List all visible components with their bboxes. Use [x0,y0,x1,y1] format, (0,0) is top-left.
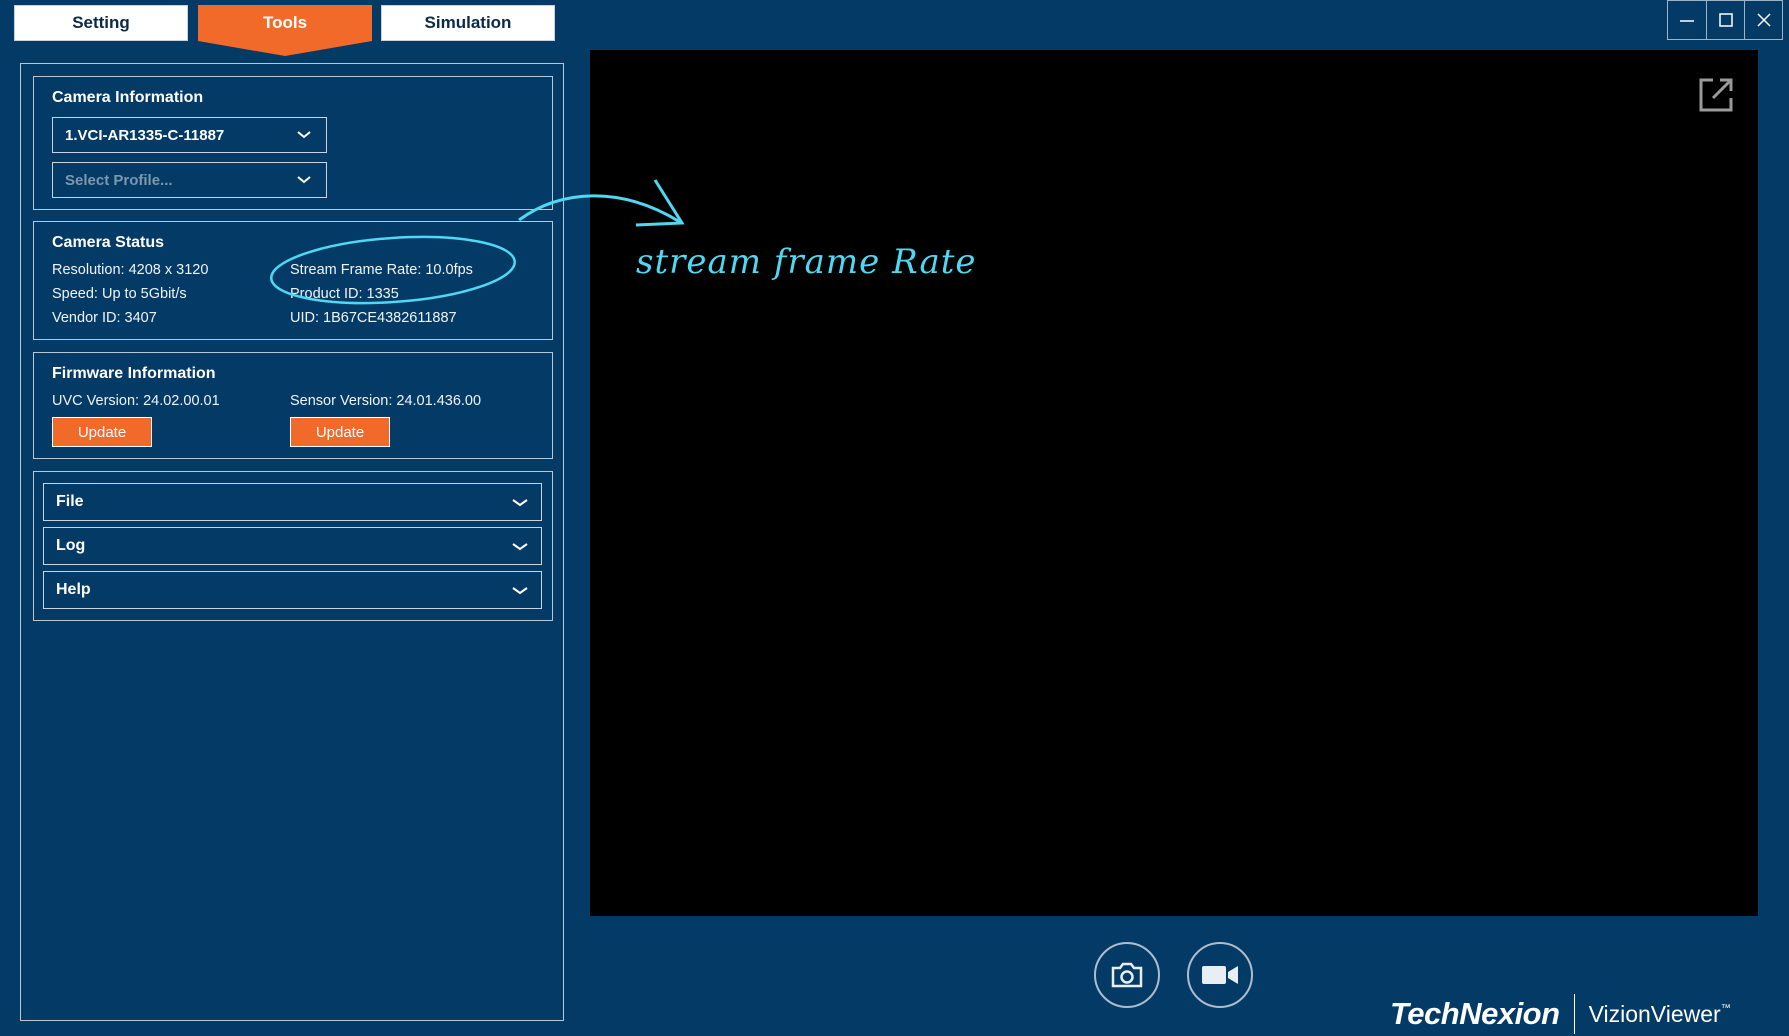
brand-divider [1573,994,1575,1034]
tab-simulation[interactable]: Simulation [381,5,555,41]
tab-tools[interactable]: Tools [198,5,372,41]
popout-icon [1699,78,1733,112]
profile-select[interactable]: Select Profile... [52,162,327,198]
technexion-logo: TechNexion [1390,996,1560,1031]
video-preview [590,50,1758,916]
snapshot-button[interactable] [1094,942,1160,1008]
chevron-down-icon [512,587,528,595]
maximize-button[interactable] [1706,1,1744,39]
help-menu-label: Help [56,581,91,598]
video-camera-icon [1202,966,1238,984]
chevron-down-icon [297,131,311,139]
uvc-version-text: UVC Version: 24.02.00.01 [52,393,220,409]
camera-information-title: Camera Information [52,89,204,106]
file-menu[interactable]: File [43,483,542,521]
log-menu[interactable]: Log [43,527,542,565]
resolution-text: Resolution: 4208 x 3120 [52,262,209,278]
popout-button[interactable] [1696,75,1736,115]
close-button[interactable] [1744,1,1782,39]
stream-frame-rate-text: Stream Frame Rate: 10.0fps [290,262,473,278]
chevron-down-icon [512,499,528,507]
firmware-information-panel: Firmware Information UVC Version: 24.02.… [33,352,553,459]
brand-logo: TechNexion VizionViewer ™ [1390,992,1731,1036]
camera-icon [1111,962,1143,988]
tab-setting[interactable]: Setting [14,5,188,41]
camera-information-panel: Camera Information 1.VCI-AR1335-C-11887 … [33,76,553,210]
close-icon [1756,13,1771,27]
camera-select[interactable]: 1.VCI-AR1335-C-11887 [52,117,327,153]
file-menu-label: File [56,493,84,510]
minimize-button[interactable] [1668,1,1706,39]
vizionviewer-logo: VizionViewer [1588,1000,1721,1027]
chevron-down-icon [512,543,528,551]
camera-select-value: 1.VCI-AR1335-C-11887 [65,126,225,144]
speed-text: Speed: Up to 5Gbit/s [52,286,187,302]
sensor-version-text: Sensor Version: 24.01.436.00 [290,393,482,409]
window-controls [1667,0,1783,40]
log-menu-label: Log [56,537,86,554]
chevron-down-icon [297,176,311,184]
uvc-update-button[interactable]: Update [52,417,152,447]
camera-status-title: Camera Status [52,234,165,251]
sensor-update-button[interactable]: Update [290,417,390,447]
maximize-icon [1718,13,1733,27]
firmware-information-title: Firmware Information [52,365,216,382]
help-menu[interactable]: Help [43,571,542,609]
vendor-id-text: Vendor ID: 3407 [52,310,157,326]
record-button[interactable] [1187,942,1253,1008]
menu-panel: File Log Help [33,471,553,621]
trademark-symbol: ™ [1720,1002,1731,1014]
annotation-text: stream frame Rate [636,242,977,282]
minimize-icon [1680,20,1694,22]
active-tab-indicator [198,41,372,56]
camera-status-panel: Camera Status Resolution: 4208 x 3120 Sp… [33,221,553,340]
product-id-text: Product ID: 1335 [290,286,399,302]
uid-text: UID: 1B67CE4382611887 [290,310,457,326]
tools-sidebar: Camera Information 1.VCI-AR1335-C-11887 … [20,63,564,1021]
profile-select-placeholder: Select Profile... [65,171,173,189]
